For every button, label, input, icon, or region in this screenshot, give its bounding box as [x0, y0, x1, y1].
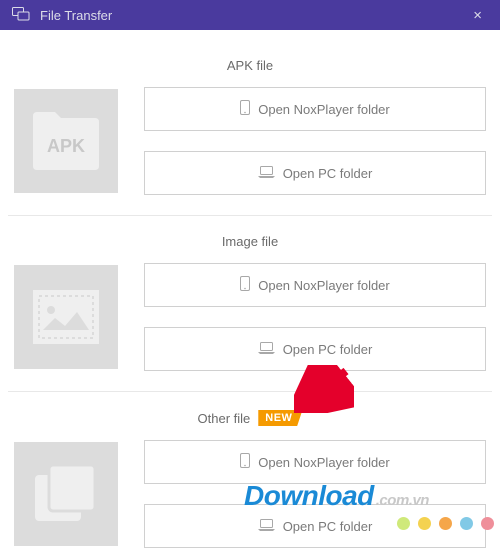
buttons-other: Open NoxPlayer folder Open PC folder: [144, 440, 486, 548]
laptop-icon: [258, 519, 275, 534]
buttons-image: Open NoxPlayer folder Open PC folder: [144, 263, 486, 371]
button-label: Open PC folder: [283, 519, 373, 534]
laptop-icon: [258, 342, 275, 357]
transfer-icon: [12, 7, 30, 24]
image-icon: [14, 265, 118, 369]
buttons-apk: Open NoxPlayer folder Open PC folder: [144, 87, 486, 195]
section-header-apk: APK file: [8, 58, 492, 73]
apk-icon: APK: [14, 89, 118, 193]
svg-text:APK: APK: [47, 136, 85, 156]
open-pc-folder-button[interactable]: Open PC folder: [144, 151, 486, 195]
button-label: Open NoxPlayer folder: [258, 455, 390, 470]
section-title: Other file: [198, 411, 251, 426]
open-noxplayer-folder-button[interactable]: Open NoxPlayer folder: [144, 440, 486, 484]
section-header-image: Image file: [8, 234, 492, 249]
section-header-other: Other file NEW: [8, 410, 492, 426]
phone-icon: [240, 276, 250, 294]
section-title: APK file: [227, 58, 273, 73]
button-label: Open PC folder: [283, 342, 373, 357]
open-pc-folder-button[interactable]: Open PC folder: [144, 327, 486, 371]
open-pc-folder-button[interactable]: Open PC folder: [144, 504, 486, 548]
button-label: Open NoxPlayer folder: [258, 278, 390, 293]
button-label: Open PC folder: [283, 166, 373, 181]
content-area: APK file APK Open NoxPlayer folder: [0, 30, 500, 556]
section-other: Other file NEW Open NoxPlayer folder: [8, 392, 492, 556]
other-file-icon: [14, 442, 118, 546]
open-noxplayer-folder-button[interactable]: Open NoxPlayer folder: [144, 87, 486, 131]
section-apk: APK file APK Open NoxPlayer folder: [8, 40, 492, 216]
section-image: Image file Open NoxPlayer folder: [8, 216, 492, 392]
section-body: APK Open NoxPlayer folder Open PC folder: [8, 87, 492, 195]
open-noxplayer-folder-button[interactable]: Open NoxPlayer folder: [144, 263, 486, 307]
phone-icon: [240, 453, 250, 471]
section-body: Open NoxPlayer folder Open PC folder: [8, 440, 492, 548]
close-button[interactable]: ×: [467, 5, 488, 26]
new-badge: NEW: [258, 410, 302, 426]
window-title: File Transfer: [40, 8, 112, 23]
section-body: Open NoxPlayer folder Open PC folder: [8, 263, 492, 371]
titlebar-left: File Transfer: [12, 7, 112, 24]
phone-icon: [240, 100, 250, 118]
section-title: Image file: [222, 234, 278, 249]
window-titlebar: File Transfer ×: [0, 0, 500, 30]
button-label: Open NoxPlayer folder: [258, 102, 390, 117]
laptop-icon: [258, 166, 275, 181]
